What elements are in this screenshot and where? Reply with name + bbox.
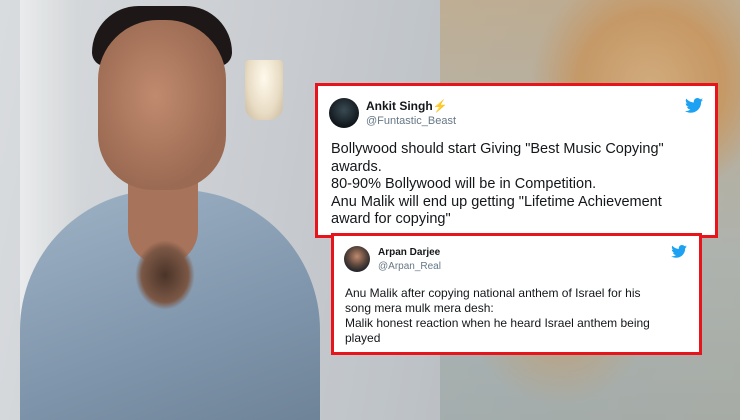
tweet-author-name[interactable]: Arpan Darjee — [378, 247, 440, 258]
tweet-line: award for copying" — [331, 211, 451, 227]
chest — [135, 240, 195, 310]
tweet-line: Anu Malik after copying national anthem … — [345, 286, 641, 300]
tweet-card-1: Ankit Singh⚡ @Funtastic_Beast Bollywood … — [315, 83, 718, 238]
lightning-bolt-icon: ⚡ — [432, 99, 448, 113]
tweet-text: Anu Malik after copying national anthem … — [345, 286, 700, 346]
tweet-line: Malik honest reaction when he heard Isra… — [345, 316, 650, 330]
avatar[interactable] — [344, 246, 370, 272]
tweet-author-handle[interactable]: @Funtastic_Beast — [366, 115, 456, 127]
face — [98, 20, 226, 190]
tweet-line: song mera mulk mera desh: — [345, 301, 494, 315]
person-photo — [0, 0, 330, 420]
twitter-bird-icon[interactable] — [685, 98, 703, 113]
tweet-line: awards. — [331, 158, 382, 175]
tweet-line: Anu Malik will end up getting "Lifetime … — [331, 193, 662, 210]
tweet-text: Bollywood should start Giving "Best Musi… — [331, 141, 716, 229]
tweet-author-handle[interactable]: @Arpan_Real — [378, 261, 441, 272]
author-name-text: Ankit Singh — [366, 99, 433, 113]
tweet-line: Bollywood should start Giving "Best Musi… — [331, 141, 664, 157]
tweet-line: played — [345, 331, 381, 345]
tweet-line: 80-90% Bollywood will be in Competition. — [331, 176, 597, 192]
twitter-bird-icon[interactable] — [671, 245, 687, 258]
tweet-author-name[interactable]: Ankit Singh⚡ — [366, 99, 448, 113]
avatar[interactable] — [329, 98, 359, 128]
tweet-card-2: Arpan Darjee @Arpan_Real Anu Malik after… — [331, 233, 702, 355]
